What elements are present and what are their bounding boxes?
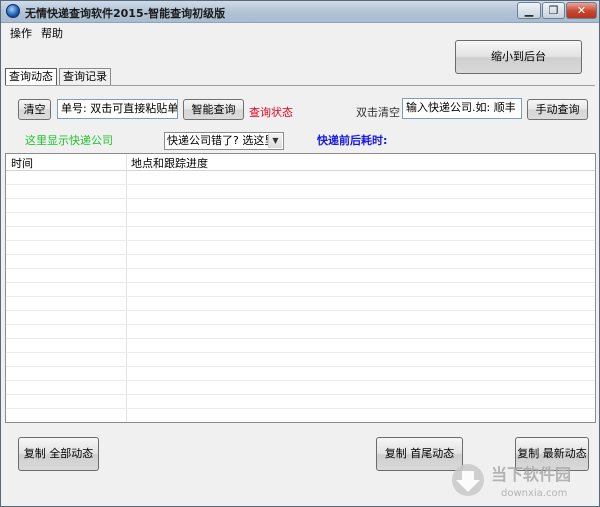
company-select-value: 快递公司错了? 选这里 [167,134,276,147]
app-window: 无情快递查询软件2015-智能查询初级版 ▁ ❐ ✕ 操作 帮助 缩小到后台 查… [0,0,600,507]
row-line [6,366,595,367]
watermark-site-name: 当下软件园 [491,465,571,484]
row-line [6,282,595,283]
column-header-progress[interactable]: 地点和跟踪进度 [131,155,208,171]
minimize-to-tray-button[interactable]: 缩小到后台 [455,40,582,74]
menu-bar: 操作 帮助 [1,23,599,40]
menu-operate[interactable]: 操作 [10,25,32,41]
watermark-url: downxia.com [501,488,567,499]
manual-query-button[interactable]: 手动查询 [527,99,588,120]
copy-all-button[interactable]: 复制 全部动态 [18,437,99,471]
row-line [6,352,595,353]
window-title: 无情快递查询软件2015-智能查询初级版 [25,7,226,20]
row-line [6,408,595,409]
close-button[interactable]: ✕ [566,2,597,19]
double-click-clear-label: 双击清空 [356,106,400,119]
menu-help[interactable]: 帮助 [41,25,63,41]
row-line [6,184,595,185]
row-line [6,380,595,381]
column-separator [126,154,127,422]
row-line [6,268,595,269]
app-icon [6,4,20,18]
title-bar: 无情快递查询软件2015-智能查询初级版 ▁ ❐ ✕ [1,1,599,23]
tab-divider [5,85,595,86]
query-status-label: 查询状态 [249,106,293,119]
company-input[interactable]: 输入快递公司.如: 顺丰 [402,98,522,119]
table-header: 时间 地点和跟踪进度 [6,154,595,171]
row-line [6,310,595,311]
restore-button[interactable]: ❐ [542,2,565,19]
company-select[interactable]: 快递公司错了? 选这里 ▼ [164,132,284,150]
smart-query-button[interactable]: 智能查询 [183,99,244,120]
tracking-table: 时间 地点和跟踪进度 [5,153,596,423]
row-line [6,226,595,227]
watermark: 当下软件园 downxia.com [452,464,571,499]
column-header-time[interactable]: 时间 [11,155,33,171]
clear-button[interactable]: 清空 [18,99,51,120]
chevron-down-icon[interactable]: ▼ [268,134,282,148]
row-line [6,296,595,297]
row-line [6,212,595,213]
row-line [6,394,595,395]
tracking-number-input[interactable]: 单号: 双击可直接粘贴单号 [57,99,178,119]
row-line [6,338,595,339]
tab-query-dynamic[interactable]: 查询动态 [5,68,57,86]
minimize-button[interactable]: ▁ [517,2,541,19]
company-display-label: 这里显示快递公司 [25,134,113,147]
time-elapsed-label: 快递前后耗时: [317,134,388,147]
row-line [6,198,595,199]
tab-query-history[interactable]: 查询记录 [59,68,111,85]
row-line [6,240,595,241]
row-line [6,254,595,255]
row-line [6,324,595,325]
